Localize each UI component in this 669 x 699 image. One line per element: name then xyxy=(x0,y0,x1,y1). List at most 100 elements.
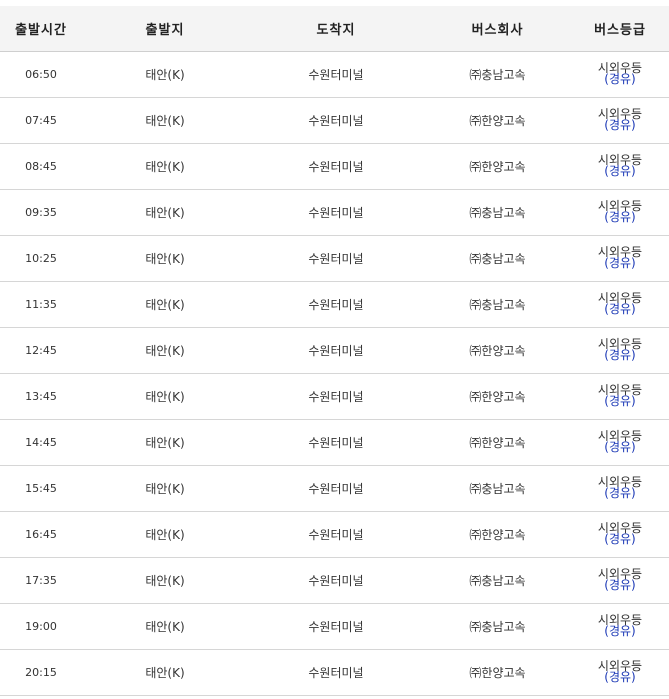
departure-time-cell: 13:45 xyxy=(0,373,82,420)
grade-route-type: (경유) xyxy=(604,532,636,546)
table-row: 10:25 태안(K) 수원터미널 ㈜충남고속 시외우등 (경유) xyxy=(0,235,669,282)
table-row: 07:45 태안(K) 수원터미널 ㈜한양고속 시외우등 (경유) xyxy=(0,97,669,144)
bus-schedule-table-wrapper: 출발시간 출발지 도착지 버스회사 버스등급 06:50 태안(K) 수원터미널 ㈜충… xyxy=(0,6,669,696)
departure-time-cell: 16:45 xyxy=(0,511,82,558)
destination-cell: 수원터미널 xyxy=(248,327,424,374)
table-row: 11:35 태안(K) 수원터미널 ㈜충남고속 시외우등 (경유) xyxy=(0,281,669,328)
company-cell: ㈜한양고속 xyxy=(424,511,571,558)
grade-cell: 시외우등 (경유) xyxy=(571,97,669,144)
company-cell: ㈜한양고속 xyxy=(424,419,571,466)
table-row: 17:35 태안(K) 수원터미널 ㈜충남고속 시외우등 (경유) xyxy=(0,557,669,604)
grade-route-type: (경유) xyxy=(604,72,636,86)
grade-route-type: (경유) xyxy=(604,348,636,362)
company-cell: ㈜충남고속 xyxy=(424,557,571,604)
destination-cell: 수원터미널 xyxy=(248,603,424,650)
grade-cell: 시외우등 (경유) xyxy=(571,327,669,374)
grade-route-type: (경유) xyxy=(604,210,636,224)
grade-label: 시외우등 (경유) xyxy=(598,108,642,131)
bus-schedule-table: 출발시간 출발지 도착지 버스회사 버스등급 06:50 태안(K) 수원터미널 ㈜충… xyxy=(0,6,669,696)
company-cell: ㈜한양고속 xyxy=(424,649,571,696)
grade-label: 시외우등 (경유) xyxy=(598,522,642,546)
header-row: 출발시간 출발지 도착지 버스회사 버스등급 xyxy=(0,6,669,52)
origin-cell: 태안(K) xyxy=(82,51,248,98)
header-bus-company: 버스회사 xyxy=(424,6,571,52)
origin-cell: 태안(K) xyxy=(82,281,248,328)
grade-cell: 시외우등 (경유) xyxy=(571,511,669,558)
origin-cell: 태안(K) xyxy=(82,603,248,650)
origin-cell: 태안(K) xyxy=(82,327,248,374)
table-row: 16:45 태안(K) 수원터미널 ㈜한양고속 시외우등 (경유) xyxy=(0,511,669,558)
destination-cell: 수원터미널 xyxy=(248,97,424,144)
grade-route-type: (경유) xyxy=(604,486,636,500)
grade-label: 시외우등 (경유) xyxy=(598,246,642,270)
header-departure-time: 출발시간 xyxy=(0,6,82,52)
table-row: 06:50 태안(K) 수원터미널 ㈜충남고속 시외우등 (경유) xyxy=(0,51,669,98)
grade-cell: 시외우등 (경유) xyxy=(571,373,669,420)
origin-cell: 태안(K) xyxy=(82,373,248,420)
company-cell: ㈜한양고속 xyxy=(424,143,571,190)
grade-cell: 시외우등 (경유) xyxy=(571,51,669,98)
grade-route-type: (경유) xyxy=(604,256,636,270)
destination-cell: 수원터미널 xyxy=(248,373,424,420)
grade-label: 시외우등 (경유) xyxy=(598,200,642,224)
company-cell: ㈜한양고속 xyxy=(424,327,571,374)
destination-cell: 수원터미널 xyxy=(248,419,424,466)
origin-cell: 태안(K) xyxy=(82,143,248,190)
company-cell: ㈜충남고속 xyxy=(424,51,571,98)
grade-label: 시외우등 (경유) xyxy=(598,62,642,86)
grade-cell: 시외우등 (경유) xyxy=(571,557,669,604)
grade-label: 시외우등 (경유) xyxy=(598,154,642,177)
grade-label: 시외우등 (경유) xyxy=(598,660,642,684)
origin-cell: 태안(K) xyxy=(82,189,248,236)
grade-label: 시외우등 (경유) xyxy=(598,292,642,315)
destination-cell: 수원터미널 xyxy=(248,281,424,328)
departure-time-cell: 10:25 xyxy=(0,235,82,282)
destination-cell: 수원터미널 xyxy=(248,235,424,282)
company-cell: ㈜충남고속 xyxy=(424,465,571,512)
departure-time-cell: 17:35 xyxy=(0,557,82,604)
grade-route-type: (경유) xyxy=(604,394,636,408)
origin-cell: 태안(K) xyxy=(82,465,248,512)
company-cell: ㈜충남고속 xyxy=(424,281,571,328)
grade-label: 시외우등 (경유) xyxy=(598,614,642,637)
company-cell: ㈜충남고속 xyxy=(424,235,571,282)
grade-route-type: (경유) xyxy=(604,670,636,684)
departure-time-cell: 11:35 xyxy=(0,281,82,328)
table-row: 15:45 태안(K) 수원터미널 ㈜충남고속 시외우등 (경유) xyxy=(0,465,669,512)
header-destination: 도착지 xyxy=(248,6,424,52)
table-row: 20:15 태안(K) 수원터미널 ㈜한양고속 시외우등 (경유) xyxy=(0,649,669,696)
table-row: 14:45 태안(K) 수원터미널 ㈜한양고속 시외우등 (경유) xyxy=(0,419,669,466)
origin-cell: 태안(K) xyxy=(82,97,248,144)
table-header: 출발시간 출발지 도착지 버스회사 버스등급 xyxy=(0,6,669,52)
table-row: 08:45 태안(K) 수원터미널 ㈜한양고속 시외우등 (경유) xyxy=(0,143,669,190)
grade-label: 시외우등 (경유) xyxy=(598,338,642,362)
grade-cell: 시외우등 (경유) xyxy=(571,143,669,190)
grade-route-type: (경유) xyxy=(604,578,636,592)
company-cell: ㈜한양고속 xyxy=(424,373,571,420)
header-bus-grade: 버스등급 xyxy=(571,6,669,52)
origin-cell: 태안(K) xyxy=(82,649,248,696)
departure-time-cell: 19:00 xyxy=(0,603,82,650)
table-row: 13:45 태안(K) 수원터미널 ㈜한양고속 시외우등 (경유) xyxy=(0,373,669,420)
destination-cell: 수원터미널 xyxy=(248,189,424,236)
company-cell: ㈜충남고속 xyxy=(424,189,571,236)
origin-cell: 태안(K) xyxy=(82,419,248,466)
company-cell: ㈜한양고속 xyxy=(424,97,571,144)
departure-time-cell: 14:45 xyxy=(0,419,82,466)
destination-cell: 수원터미널 xyxy=(248,557,424,604)
grade-label: 시외우등 (경유) xyxy=(598,568,642,592)
grade-route-type: (경유) xyxy=(604,440,636,454)
departure-time-cell: 20:15 xyxy=(0,649,82,696)
departure-time-cell: 09:35 xyxy=(0,189,82,236)
origin-cell: 태안(K) xyxy=(82,511,248,558)
destination-cell: 수원터미널 xyxy=(248,465,424,512)
grade-label: 시외우등 (경유) xyxy=(598,476,642,500)
grade-cell: 시외우등 (경유) xyxy=(571,235,669,282)
destination-cell: 수원터미널 xyxy=(248,51,424,98)
table-body: 06:50 태안(K) 수원터미널 ㈜충남고속 시외우등 (경유) 07:45 태안(K) 수원… xyxy=(0,51,669,696)
departure-time-cell: 06:50 xyxy=(0,51,82,98)
destination-cell: 수원터미널 xyxy=(248,143,424,190)
company-cell: ㈜충남고속 xyxy=(424,603,571,650)
departure-time-cell: 07:45 xyxy=(0,97,82,144)
grade-label: 시외우등 (경유) xyxy=(598,430,642,454)
